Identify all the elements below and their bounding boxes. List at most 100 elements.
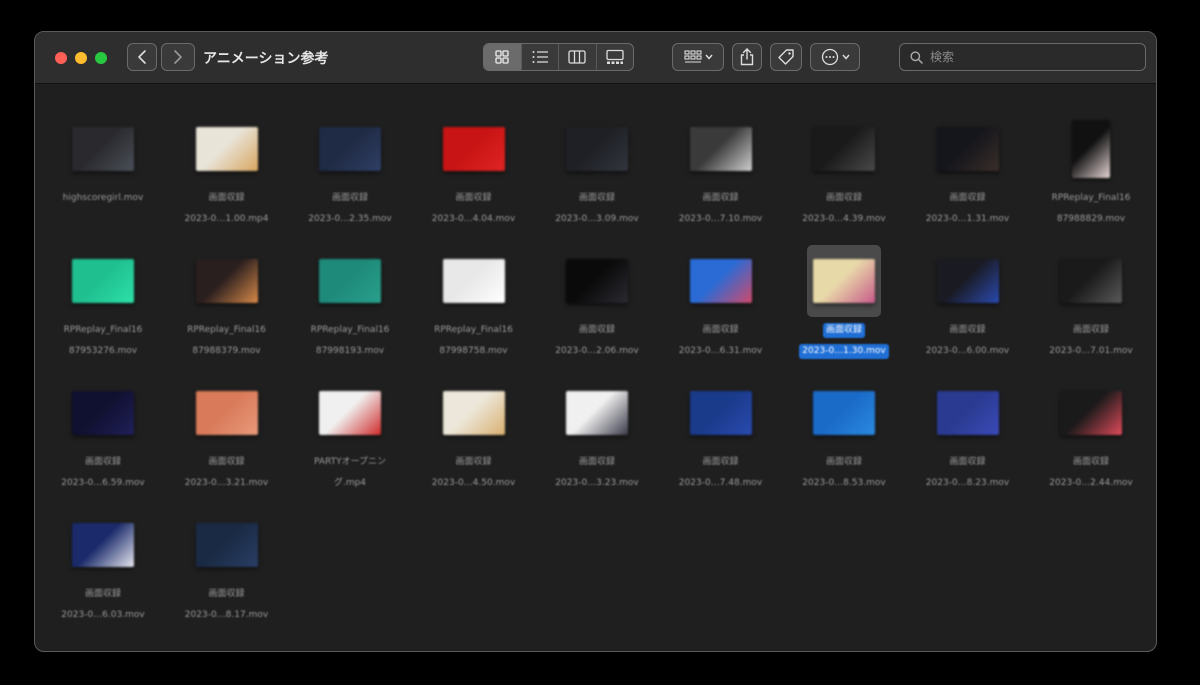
file-item[interactable]: 画面収録 2023-0…8.53.mov bbox=[783, 377, 905, 497]
file-item[interactable]: 画面収録 2023-0…3.09.mov bbox=[536, 113, 658, 233]
file-name-line-2: 2023-0…8.53.mov bbox=[802, 478, 886, 488]
file-thumbnail-frame bbox=[560, 113, 634, 185]
file-item[interactable]: 画面収録 2023-0…3.23.mov bbox=[536, 377, 658, 497]
file-thumbnail-frame bbox=[437, 377, 511, 449]
file-thumbnail-frame bbox=[1054, 245, 1128, 317]
file-name-label: 画面収録 2023-0…1.30.mov bbox=[783, 323, 905, 365]
icon-view-button[interactable] bbox=[484, 44, 522, 70]
group-by-button[interactable] bbox=[672, 43, 724, 71]
file-name-label: 画面収録 2023-0…4.04.mov bbox=[413, 191, 535, 233]
file-item[interactable]: 画面収録 2023-0…7.01.mov bbox=[1030, 245, 1152, 365]
file-name-label: PARTYオープニン グ.mp4 bbox=[289, 455, 411, 497]
more-actions-button[interactable] bbox=[810, 43, 860, 71]
list-view-button[interactable] bbox=[522, 44, 559, 70]
video-thumbnail bbox=[195, 259, 258, 303]
file-name-line-1: 画面収録 bbox=[84, 589, 121, 599]
file-name-line-2: 2023-0…4.04.mov bbox=[431, 214, 516, 224]
file-thumbnail-frame bbox=[684, 245, 758, 317]
file-name-line-2: 2023-0…6.31.mov bbox=[678, 346, 763, 356]
file-name-line-2: 2023-0…2.44.mov bbox=[1049, 478, 1133, 488]
share-icon bbox=[740, 48, 754, 66]
file-item[interactable]: 画面収録 2023-0…8.23.mov bbox=[907, 377, 1029, 497]
forward-button[interactable] bbox=[161, 43, 195, 71]
list-icon bbox=[532, 51, 548, 63]
zoom-window-button[interactable] bbox=[95, 52, 107, 64]
video-thumbnail bbox=[813, 127, 875, 171]
minimize-window-button[interactable] bbox=[75, 52, 87, 64]
column-view-button[interactable] bbox=[559, 44, 597, 70]
video-thumbnail bbox=[319, 391, 381, 435]
gallery-view-button[interactable] bbox=[597, 44, 634, 70]
file-item[interactable]: 画面収録 2023-0…2.35.mov bbox=[289, 113, 411, 233]
file-name-line-2: 2023-0…1.30.mov bbox=[799, 344, 889, 359]
video-thumbnail bbox=[72, 127, 134, 171]
file-item[interactable]: RPReplay_Final16 87988379.mov bbox=[166, 245, 288, 365]
back-button[interactable] bbox=[127, 43, 157, 71]
file-thumbnail-frame bbox=[684, 113, 758, 185]
video-thumbnail bbox=[936, 127, 999, 171]
file-name-line-2: 2023-0…7.48.mov bbox=[678, 478, 763, 488]
file-name-line-2: 2023-0…7.10.mov bbox=[678, 214, 763, 224]
tag-button[interactable] bbox=[770, 43, 802, 71]
file-item[interactable]: 画面収録 2023-0…6.00.mov bbox=[907, 245, 1029, 365]
file-name-line-1: 画面収録 bbox=[949, 193, 986, 203]
file-item[interactable]: 画面収録 2023-0…7.10.mov bbox=[660, 113, 782, 233]
file-item[interactable]: 画面収録 2023-0…2.44.mov bbox=[1030, 377, 1152, 497]
file-item[interactable]: 画面収録 2023-0…8.17.mov bbox=[166, 509, 288, 629]
file-name-label: RPReplay_Final16 87998758.mov bbox=[413, 323, 535, 365]
file-item[interactable]: 画面収録 2023-0…3.21.mov bbox=[166, 377, 288, 497]
file-item[interactable]: 画面収録 2023-0…4.39.mov bbox=[783, 113, 905, 233]
file-item[interactable]: RPReplay_Final16 87988829.mov bbox=[1030, 113, 1152, 233]
file-item[interactable]: RPReplay_Final16 87953276.mov bbox=[42, 245, 164, 365]
close-window-button[interactable] bbox=[55, 52, 67, 64]
video-thumbnail bbox=[936, 259, 999, 303]
gallery-icon bbox=[606, 49, 624, 64]
video-thumbnail bbox=[566, 259, 628, 303]
file-name-line-1: 画面収録 bbox=[578, 325, 615, 335]
file-name-line-1: 画面収録 bbox=[702, 325, 739, 335]
file-name-line-2: 2023-0…1.00.mp4 bbox=[184, 214, 269, 224]
search-field[interactable] bbox=[899, 43, 1146, 71]
search-input[interactable] bbox=[930, 50, 1130, 64]
file-name-line-1: 画面収録 bbox=[208, 589, 245, 599]
chevron-down-icon bbox=[704, 54, 713, 60]
file-grid: highscoregirl.mov 画面収録 2023-0…1.00.mp4 画面収録… bbox=[35, 85, 1156, 651]
file-name-label: 画面収録 2023-0…4.39.mov bbox=[783, 191, 905, 233]
file-thumbnail-frame bbox=[807, 113, 881, 185]
file-name-label: 画面収録 2023-0…8.53.mov bbox=[783, 455, 905, 497]
file-name-line-2: 2023-0…2.06.mov bbox=[555, 346, 639, 356]
file-item[interactable]: PARTYオープニン グ.mp4 bbox=[289, 377, 411, 497]
file-name-line-2: 2023-0…3.21.mov bbox=[184, 478, 269, 488]
file-name-line-2: 2023-0…6.00.mov bbox=[925, 346, 1010, 356]
file-item[interactable]: 画面収録 2023-0…1.30.mov bbox=[783, 245, 905, 365]
file-name-line-1: RPReplay_Final16 bbox=[63, 325, 143, 335]
file-name-label: 画面収録 2023-0…8.17.mov bbox=[166, 587, 288, 629]
video-thumbnail bbox=[689, 391, 752, 435]
file-item[interactable]: RPReplay_Final16 87998193.mov bbox=[289, 245, 411, 365]
share-button[interactable] bbox=[732, 43, 762, 71]
file-name-line-1: 画面収録 bbox=[702, 193, 739, 203]
file-thumbnail-frame bbox=[437, 113, 511, 185]
window-title: アニメーション参考 bbox=[203, 51, 329, 67]
file-item[interactable]: 画面収録 2023-0…6.03.mov bbox=[42, 509, 164, 629]
video-thumbnail bbox=[442, 127, 505, 171]
file-item[interactable]: 画面収録 2023-0…6.31.mov bbox=[660, 245, 782, 365]
file-thumbnail-frame bbox=[190, 113, 264, 185]
file-item[interactable]: 画面収録 2023-0…6.59.mov bbox=[42, 377, 164, 497]
file-thumbnail-frame bbox=[931, 113, 1005, 185]
file-thumbnail-frame bbox=[313, 245, 387, 317]
finder-window: アニメーション参考 検索 highscoregirl.mov 画面収録 2023… bbox=[34, 31, 1157, 652]
file-thumbnail-frame bbox=[313, 377, 387, 449]
file-thumbnail-frame bbox=[190, 509, 264, 581]
file-item[interactable]: highscoregirl.mov bbox=[42, 113, 164, 233]
file-item[interactable]: 画面収録 2023-0…4.04.mov bbox=[413, 113, 535, 233]
file-item[interactable]: 画面収録 2023-0…1.31.mov bbox=[907, 113, 1029, 233]
file-item[interactable]: 画面収録 2023-0…4.50.mov bbox=[413, 377, 535, 497]
file-item[interactable]: 画面収録 2023-0…7.48.mov bbox=[660, 377, 782, 497]
search-icon bbox=[910, 50, 923, 64]
file-item[interactable]: 画面収録 2023-0…2.06.mov bbox=[536, 245, 658, 365]
video-thumbnail bbox=[319, 259, 381, 303]
file-name-line-2: 87998193.mov bbox=[315, 346, 385, 356]
file-item[interactable]: 画面収録 2023-0…1.00.mp4 bbox=[166, 113, 288, 233]
file-item[interactable]: RPReplay_Final16 87998758.mov bbox=[413, 245, 535, 365]
